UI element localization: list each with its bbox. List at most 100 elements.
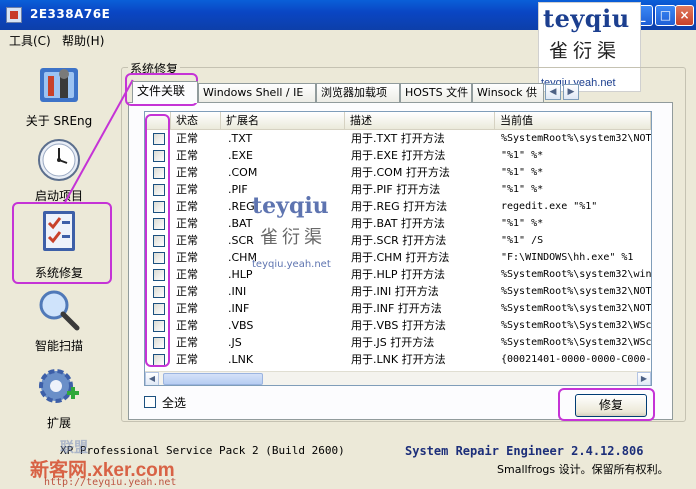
- sidebar-item-system-repair[interactable]: 系统修复: [14, 207, 104, 282]
- column-header-current-value[interactable]: 当前值: [495, 112, 651, 130]
- scrollbar-thumb[interactable]: [163, 373, 263, 385]
- row-checkbox[interactable]: [153, 133, 165, 145]
- scroll-right-arrow-icon[interactable]: ▶: [637, 372, 651, 385]
- table-row[interactable]: 正常 .TXT 用于.TXT 打开方法 %SystemRoot%\system32\N…: [145, 130, 651, 147]
- row-checkbox[interactable]: [153, 167, 165, 179]
- table-row[interactable]: 正常 .REG 用于.REG 打开方法 regedit.exe "%1": [145, 198, 651, 215]
- cell-extension: .INI: [228, 285, 247, 298]
- cell-extension: .LNK: [228, 353, 254, 366]
- cell-extension: .COM: [228, 166, 258, 179]
- row-checkbox[interactable]: [153, 235, 165, 247]
- column-header-status[interactable]: 状态: [171, 112, 221, 130]
- row-checkbox[interactable]: [153, 354, 165, 366]
- row-checkbox[interactable]: [153, 252, 165, 264]
- table-row[interactable]: 正常 .INI 用于.INI 打开方法 %SystemRoot%\system32\N…: [145, 283, 651, 300]
- table-row[interactable]: 正常 .EXE 用于.EXE 打开方法 "%1" %*: [145, 147, 651, 164]
- cell-description: 用于.CHM 打开方法: [351, 251, 450, 264]
- cell-description: 用于.HLP 打开方法: [351, 268, 446, 281]
- table-row[interactable]: 正常 .HLP 用于.HLP 打开方法 %SystemRoot%\system32\w…: [145, 266, 651, 283]
- sidebar-item-label: 智能扫描: [34, 339, 83, 353]
- cell-status: 正常: [176, 132, 198, 145]
- tab-file-association[interactable]: 文件关联: [132, 81, 198, 103]
- cell-status: 正常: [176, 200, 198, 213]
- table-row[interactable]: 正常 .SCR 用于.SCR 打开方法 "%1" /S: [145, 232, 651, 249]
- sidebar-item-startup[interactable]: 启动项目: [14, 137, 104, 212]
- row-checkbox[interactable]: [153, 286, 165, 298]
- cell-description: 用于.BAT 打开方法: [351, 217, 445, 230]
- cell-extension: .INF: [228, 302, 250, 315]
- menu-tools[interactable]: 工具(C): [9, 32, 51, 49]
- cell-extension: .EXE: [228, 149, 253, 162]
- sidebar-item-label: 启动项目: [34, 189, 83, 203]
- cell-current-value: %SystemRoot%\system32\NOT: [501, 303, 651, 314]
- cell-description: 用于.COM 打开方法: [351, 166, 450, 179]
- row-checkbox[interactable]: [153, 303, 165, 315]
- row-checkbox[interactable]: [153, 218, 165, 230]
- watermark-chinese: 雀衍渠: [260, 227, 326, 248]
- cell-description: 用于.PIF 打开方法: [351, 183, 441, 196]
- row-checkbox[interactable]: [153, 337, 165, 349]
- window-title: 2E338A76E: [30, 7, 111, 21]
- cell-current-value: {00021401-0000-0000-C000-: [501, 354, 651, 365]
- column-header-check[interactable]: [145, 112, 171, 130]
- row-checkbox[interactable]: [153, 269, 165, 281]
- menu-help[interactable]: 帮助(H): [62, 32, 104, 49]
- cell-current-value: "%1" /S: [501, 235, 544, 246]
- cell-extension: .VBS: [228, 319, 254, 332]
- tab-scroll-left-button[interactable]: ◀: [545, 84, 561, 100]
- table-row[interactable]: 正常 .INF 用于.INF 打开方法 %SystemRoot%\system32\N…: [145, 300, 651, 317]
- horizontal-scrollbar[interactable]: ◀ ▶: [145, 371, 651, 385]
- cell-status: 正常: [176, 251, 198, 264]
- sidebar-item-label: 系统修复: [34, 266, 83, 280]
- tab-windows-shell-ie[interactable]: Windows Shell / IE: [198, 83, 316, 103]
- column-header-extension[interactable]: 扩展名: [221, 112, 345, 130]
- row-checkbox[interactable]: [153, 150, 165, 162]
- watermark-overlay: teyqiu 雀衍渠 teyqiu.yeah.net: [250, 193, 355, 283]
- tab-browser-addons[interactable]: 浏览器加载项: [316, 83, 400, 103]
- table-row[interactable]: 正常 .COM 用于.COM 打开方法 "%1" %*: [145, 164, 651, 181]
- row-checkbox[interactable]: [153, 320, 165, 332]
- row-checkbox[interactable]: [153, 184, 165, 196]
- cell-current-value: %SystemRoot%\System32\WSc: [501, 337, 651, 348]
- app-icon[interactable]: [6, 7, 22, 23]
- row-checkbox[interactable]: [153, 201, 165, 213]
- magnifier-icon: [39, 290, 80, 331]
- sidebar-item-smart-scan[interactable]: 智能扫描: [14, 287, 104, 362]
- checklist-icon: [43, 211, 75, 251]
- select-all-box[interactable]: [144, 396, 156, 408]
- table-row[interactable]: 正常 .VBS 用于.VBS 打开方法 %SystemRoot%\System32\W…: [145, 317, 651, 334]
- list-header: 状态 扩展名 描述 当前值: [145, 112, 651, 130]
- column-header-description[interactable]: 描述: [345, 112, 495, 130]
- table-row[interactable]: 正常 .CHM 用于.CHM 打开方法 "F:\WINDOWS\hh.exe" %1: [145, 249, 651, 266]
- table-row[interactable]: 正常 .PIF 用于.PIF 打开方法 "%1" %*: [145, 181, 651, 198]
- select-all-label: 全选: [162, 396, 187, 410]
- cell-extension: .TXT: [228, 132, 253, 145]
- sidebar-item-about[interactable]: 关于 SREng: [14, 62, 104, 137]
- clock-icon: [38, 139, 80, 181]
- scroll-left-arrow-icon[interactable]: ◀: [145, 372, 159, 385]
- sidebar-item-extensions[interactable]: 扩展: [14, 364, 104, 439]
- repair-button[interactable]: 修复: [575, 394, 647, 417]
- close-button[interactable]: ×: [675, 5, 694, 26]
- cell-status: 正常: [176, 234, 198, 247]
- tab-winsock[interactable]: Winsock 供: [472, 83, 544, 103]
- cell-status: 正常: [176, 183, 198, 196]
- cell-status: 正常: [176, 302, 198, 315]
- table-row[interactable]: 正常 .LNK 用于.LNK 打开方法 {00021401-0000-0000-C00…: [145, 351, 651, 368]
- tab-strip: 文件关联 Windows Shell / IE 浏览器加载项 HOSTS 文件 …: [128, 81, 673, 103]
- table-row[interactable]: 正常 .JS 用于.JS 打开方法 %SystemRoot%\System32\WSc: [145, 334, 651, 351]
- watermark-brand: teyqiu: [543, 4, 630, 33]
- cell-current-value: "%1" %*: [501, 184, 544, 195]
- cell-current-value: %SystemRoot%\System32\WSc: [501, 320, 651, 331]
- file-association-list[interactable]: 状态 扩展名 描述 当前值 正常 .TXT 用于.TXT 打开方法 %SystemRo…: [144, 111, 652, 386]
- tab-hosts-file[interactable]: HOSTS 文件: [400, 83, 472, 103]
- maximize-button[interactable]: □: [655, 5, 676, 26]
- watermark-site-url: http://teyqiu.yeah.net: [44, 477, 177, 488]
- tab-scroll-right-button[interactable]: ▶: [563, 84, 579, 100]
- cell-description: 用于.EXE 打开方法: [351, 149, 446, 162]
- cell-current-value: regedit.exe "%1": [501, 201, 598, 212]
- cell-current-value: "%1" %*: [501, 218, 544, 229]
- cell-description: 用于.SCR 打开方法: [351, 234, 447, 247]
- list-body: 正常 .TXT 用于.TXT 打开方法 %SystemRoot%\system32\N…: [145, 130, 651, 371]
- table-row[interactable]: 正常 .BAT 用于.BAT 打开方法 "%1" %*: [145, 215, 651, 232]
